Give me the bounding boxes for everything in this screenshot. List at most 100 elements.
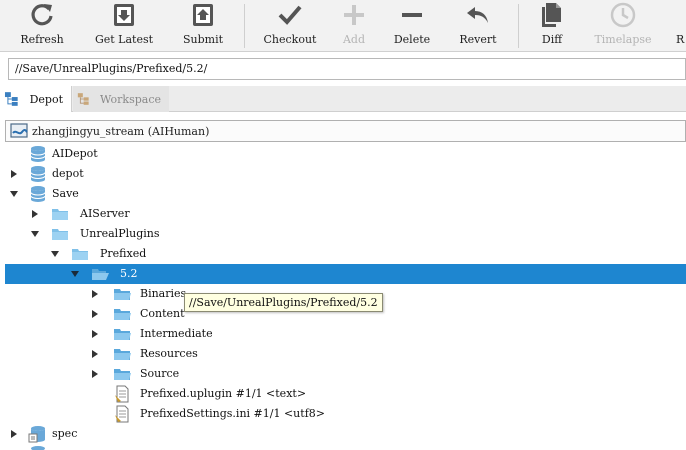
folder-icon — [114, 369, 131, 380]
tab-workspace-label: Workspace — [99, 92, 161, 106]
tree-node-resources[interactable]: Resources — [0, 344, 686, 364]
expand-arrow-icon[interactable] — [90, 349, 100, 359]
expand-arrow-icon[interactable] — [90, 369, 100, 379]
tree-node-save[interactable]: Save — [0, 184, 686, 204]
toolbar-separator — [518, 4, 519, 48]
collapse-arrow-icon[interactable] — [70, 269, 80, 279]
tree-node-label: Save — [52, 187, 79, 200]
checkout-label: Checkout — [263, 33, 317, 46]
tree-node-label: AIServer — [80, 207, 130, 220]
tree-node-label: AIDepot — [52, 147, 98, 160]
tree-node-label: PrefixedSettings.ini #1/1 <utf8> — [140, 407, 325, 420]
toolbar-separator — [244, 4, 245, 48]
submit-icon — [193, 4, 213, 26]
workspace-label: zhangjingyu_stream (AIHuman) — [32, 124, 210, 138]
tab-bar: Depot Workspace — [0, 86, 686, 112]
tree-node-depot[interactable]: depot — [0, 164, 686, 184]
get-latest-label: Get Latest — [94, 33, 154, 46]
tree-node-label: spec — [52, 427, 78, 440]
diff-documents-icon — [542, 3, 561, 27]
folder-icon — [114, 329, 131, 340]
tree-node-prefixedsettings-ini[interactable]: PrefixedSettings.ini #1/1 <utf8> — [0, 404, 686, 424]
delete-label: Delete — [393, 33, 431, 46]
diff-label: Diff — [541, 33, 563, 46]
plus-icon — [344, 5, 364, 25]
expand-arrow-icon[interactable] — [9, 429, 19, 439]
add-button[interactable]: Add — [338, 0, 370, 52]
tree-node-intermediate[interactable]: Intermediate — [0, 324, 686, 344]
expand-arrow-icon[interactable] — [90, 309, 100, 319]
expand-arrow-icon[interactable] — [9, 169, 19, 179]
tab-depot-label: Depot — [29, 92, 63, 106]
stream-workspace-icon — [10, 123, 28, 138]
text-file-icon — [115, 385, 129, 403]
tree-node-label: Intermediate — [140, 327, 213, 340]
expand-arrow-icon[interactable] — [90, 289, 100, 299]
tree-node-partial — [0, 444, 686, 450]
get-latest-button[interactable]: Get Latest — [90, 0, 158, 52]
tree-node-unrealplugins[interactable]: UnrealPlugins — [0, 224, 686, 244]
tree-node-label: Content — [140, 307, 185, 320]
folder-icon — [114, 309, 131, 320]
tree-node-aiserver[interactable]: AIServer — [0, 204, 686, 224]
collapse-arrow-icon[interactable] — [50, 249, 60, 259]
timelapse-label: Timelapse — [594, 33, 652, 46]
refresh-button[interactable]: Refresh — [16, 0, 68, 52]
tree-node-label: depot — [52, 167, 84, 180]
tab-workspace[interactable]: Workspace — [73, 86, 169, 112]
refresh-icon — [31, 4, 53, 26]
tree-node-label: Prefixed — [100, 247, 147, 260]
checkout-button[interactable]: Checkout — [262, 0, 318, 52]
revert-button[interactable]: Revert — [456, 0, 500, 52]
path-input[interactable]: //Save/UnrealPlugins/Prefixed/5.2/ — [8, 58, 686, 80]
depot-icon — [30, 166, 46, 182]
path-tooltip: //Save/UnrealPlugins/Prefixed/5.2 — [184, 293, 383, 312]
tree-node-label: Prefixed.uplugin #1/1 <text> — [140, 387, 307, 400]
add-label: Add — [342, 33, 366, 46]
clock-icon — [610, 2, 636, 28]
folder-icon — [52, 209, 68, 220]
text-file-icon — [115, 405, 129, 423]
depot-icon — [30, 146, 46, 162]
depot-icon — [31, 446, 45, 450]
folder-icon — [52, 229, 68, 240]
folder-icon — [114, 349, 131, 360]
folder-icon — [72, 249, 88, 260]
workspace-selector[interactable]: zhangjingyu_stream (AIHuman) — [5, 120, 686, 142]
tree-node-source[interactable]: Source — [0, 364, 686, 384]
tree-node-label: UnrealPlugins — [80, 227, 160, 240]
tree-node-label: Resources — [140, 347, 198, 360]
tree-node-5-2[interactable]: 5.2 — [5, 264, 686, 284]
overflow-button[interactable]: R — [676, 0, 686, 52]
diff-button[interactable]: Diff — [536, 0, 568, 52]
workspace-tree-icon — [77, 93, 89, 105]
collapse-arrow-icon[interactable] — [30, 229, 40, 239]
tree-node-spec[interactable]: spec — [0, 424, 686, 444]
timelapse-button[interactable]: Timelapse — [592, 0, 654, 52]
submit-label: Submit — [182, 33, 224, 46]
expand-arrow-icon[interactable] — [30, 209, 40, 219]
delete-button[interactable]: Delete — [390, 0, 434, 52]
collapse-arrow-icon[interactable] — [9, 189, 19, 199]
tree-node-prefixed-uplugin[interactable]: Prefixed.uplugin #1/1 <text> — [0, 384, 686, 404]
tree-node-aidepot[interactable]: AIDepot — [0, 144, 686, 164]
tree-node-prefixed[interactable]: Prefixed — [0, 244, 686, 264]
spec-depot-icon — [28, 426, 45, 443]
open-folder-icon — [92, 269, 109, 280]
revert-label: Revert — [459, 33, 497, 46]
tree-node-label: Source — [140, 367, 180, 380]
toolbar: Refresh Get Latest Submit Checkout Add D… — [0, 0, 686, 52]
minus-icon — [402, 13, 422, 17]
expand-arrow-icon[interactable] — [90, 329, 100, 339]
depot-icon — [30, 186, 46, 202]
tab-depot[interactable]: Depot — [0, 86, 72, 112]
depot-tree-icon — [4, 92, 18, 106]
revert-arrow-icon — [467, 7, 488, 23]
submit-button[interactable]: Submit — [180, 0, 226, 52]
get-latest-icon — [114, 4, 134, 26]
refresh-label: Refresh — [20, 33, 64, 46]
checkmark-icon — [278, 5, 302, 25]
folder-icon — [114, 289, 131, 300]
overflow-label: R — [676, 33, 685, 46]
tree-node-label: 5.2 — [120, 267, 138, 280]
